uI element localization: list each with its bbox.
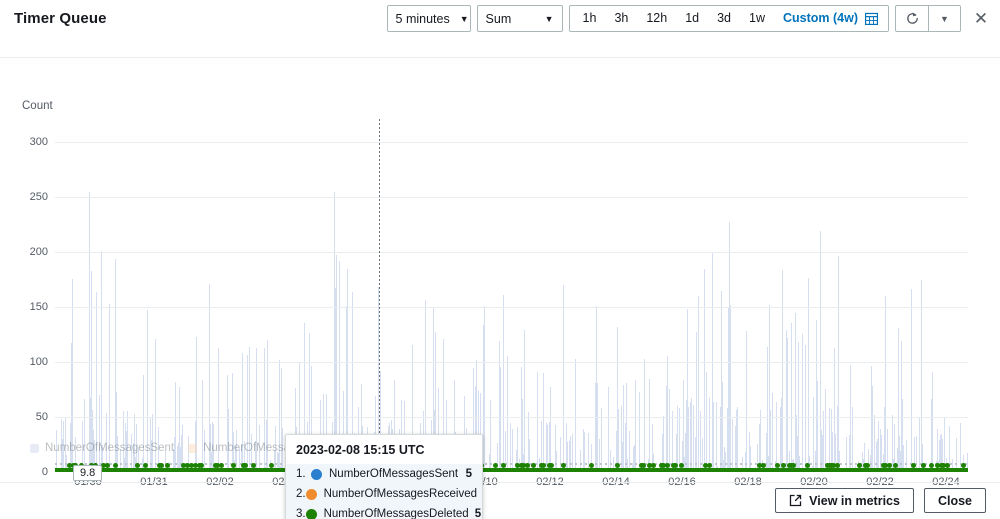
gridline — [55, 142, 968, 143]
plot-area[interactable]: 9.8 05010015020025030001/3001/3102/0202/… — [30, 119, 968, 488]
y-axis-label: Count — [22, 100, 53, 112]
tooltip-series-dot — [305, 508, 317, 519]
widget-footer: View in metrics Close — [775, 488, 986, 513]
close-icon[interactable]: ✕ — [970, 7, 992, 31]
close-button[interactable]: Close — [923, 488, 986, 513]
chevron-down-icon: ▼ — [459, 13, 469, 24]
gridline — [55, 252, 968, 253]
tooltip-row-index: 1. — [296, 468, 306, 480]
tooltip-row: 1. NumberOfMessagesSent 5 — [286, 464, 482, 484]
metrics-widget: Timer Queue 5 minutes ▼ Sum ▼ 1h 3h 12h … — [0, 0, 1000, 519]
tooltip-row: 2. NumberOfMessagesReceived 5 — [286, 484, 482, 504]
page-title: Timer Queue — [14, 10, 107, 27]
series-sent-bars — [55, 120, 968, 472]
hover-y-value-label: 9.8 — [73, 465, 103, 481]
tooltip-series-dot — [305, 488, 317, 500]
series-deleted-markers — [55, 460, 968, 470]
tooltip-series-name: NumberOfMessagesReceived — [323, 488, 477, 500]
chevron-down-icon: ▼ — [940, 13, 949, 24]
gridline — [55, 362, 968, 363]
y-axis-tick: 50 — [35, 411, 48, 423]
refresh-icon — [906, 12, 918, 24]
refresh-button-group: ▼ — [895, 5, 961, 32]
gridline — [55, 417, 968, 418]
widget-header: Timer Queue 5 minutes ▼ Sum ▼ 1h 3h 12h … — [0, 0, 1000, 38]
range-button-1w[interactable]: 1w — [740, 6, 774, 31]
range-button-3h[interactable]: 3h — [605, 6, 637, 31]
external-link-icon — [789, 494, 802, 507]
y-axis-tick: 200 — [29, 246, 48, 258]
gridline — [55, 307, 968, 308]
view-in-metrics-button[interactable]: View in metrics — [775, 488, 914, 513]
crosshair-line — [379, 119, 380, 472]
chevron-down-icon: ▼ — [544, 13, 554, 24]
chart-tooltip: 2023-02-08 15:15 UTC 1. NumberOfMessages… — [285, 434, 483, 519]
calendar-icon[interactable] — [863, 12, 884, 25]
tooltip-timestamp: 2023-02-08 15:15 UTC — [286, 435, 482, 464]
range-button-12h[interactable]: 12h — [637, 6, 676, 31]
period-select-label: 5 minutes — [395, 11, 450, 26]
range-button-3d[interactable]: 3d — [708, 6, 740, 31]
tooltip-row-index: 3. — [296, 508, 306, 519]
footer-divider — [0, 482, 1000, 483]
period-select[interactable]: 5 minutes ▼ — [386, 5, 471, 32]
legend-label-sent: NumberOfMessagesSent — [45, 442, 175, 454]
tooltip-series-value: 5 — [465, 468, 472, 480]
y-axis-tick: 0 — [41, 466, 48, 478]
range-button-1h[interactable]: 1h — [574, 6, 606, 31]
tooltip-series-name: NumberOfMessagesSent — [329, 468, 459, 480]
close-button-label: Close — [937, 493, 972, 508]
y-axis-tick: 100 — [29, 356, 48, 368]
y-axis-tick: 150 — [29, 301, 48, 313]
legend-item-sent[interactable]: NumberOfMessagesSent — [30, 442, 174, 454]
custom-range-button[interactable]: Custom (4w) — [774, 6, 863, 31]
time-range-group: 1h 3h 12h 1d 3d 1w Custom (4w) — [568, 5, 889, 32]
tooltip-row-index: 2. — [296, 488, 306, 500]
refresh-button[interactable] — [895, 5, 928, 32]
view-in-metrics-label: View in metrics — [809, 493, 900, 508]
header-controls: 5 minutes ▼ Sum ▼ 1h 3h 12h 1d 3d 1w Cus… — [386, 5, 992, 32]
legend-swatch-sent — [30, 443, 39, 453]
tooltip-series-value: 5 — [474, 508, 482, 519]
statistic-select[interactable]: Sum ▼ — [476, 5, 563, 32]
gridline — [55, 197, 968, 198]
statistic-select-label: Sum — [485, 11, 512, 26]
tooltip-series-dot — [311, 468, 322, 480]
tooltip-series-name: NumberOfMessagesDeleted — [323, 508, 469, 519]
chart-container: Count 9.8 05010015020025030001/3001/3102… — [0, 58, 1000, 488]
range-button-1d[interactable]: 1d — [676, 6, 708, 31]
y-axis-tick: 300 — [29, 136, 48, 148]
refresh-options-button[interactable]: ▼ — [928, 5, 961, 32]
legend-swatch-received — [188, 443, 198, 453]
tooltip-row: 3. NumberOfMessagesDeleted 5 — [286, 504, 482, 519]
y-axis-tick: 250 — [29, 191, 48, 203]
